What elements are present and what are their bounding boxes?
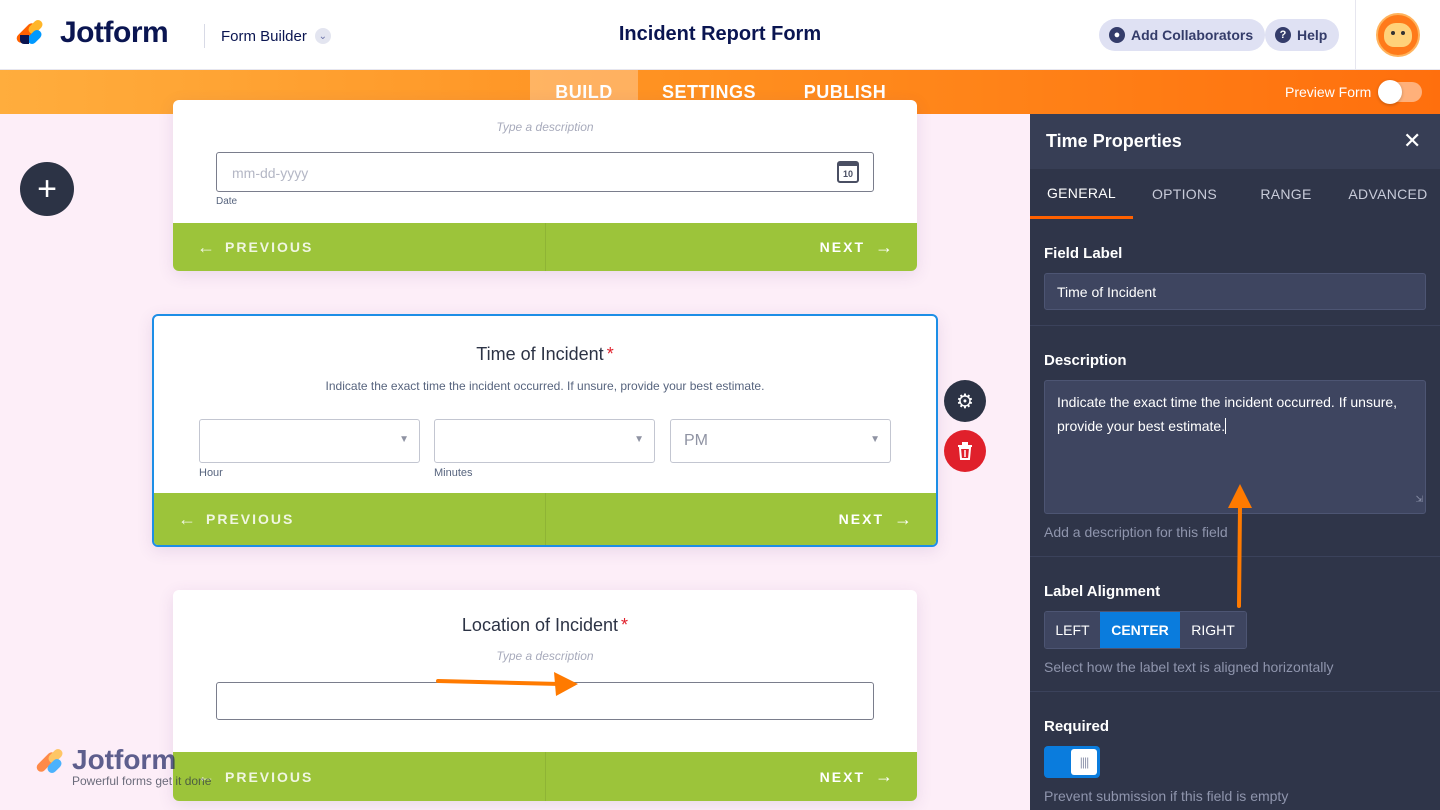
annotation-overlay <box>436 484 1252 696</box>
annotation-arrow-right-icon <box>554 672 578 696</box>
annotation-arrow-shaft <box>1237 504 1242 608</box>
annotation-arrow-shaft <box>436 679 562 686</box>
annotation-arrow-up-icon <box>1228 484 1252 508</box>
